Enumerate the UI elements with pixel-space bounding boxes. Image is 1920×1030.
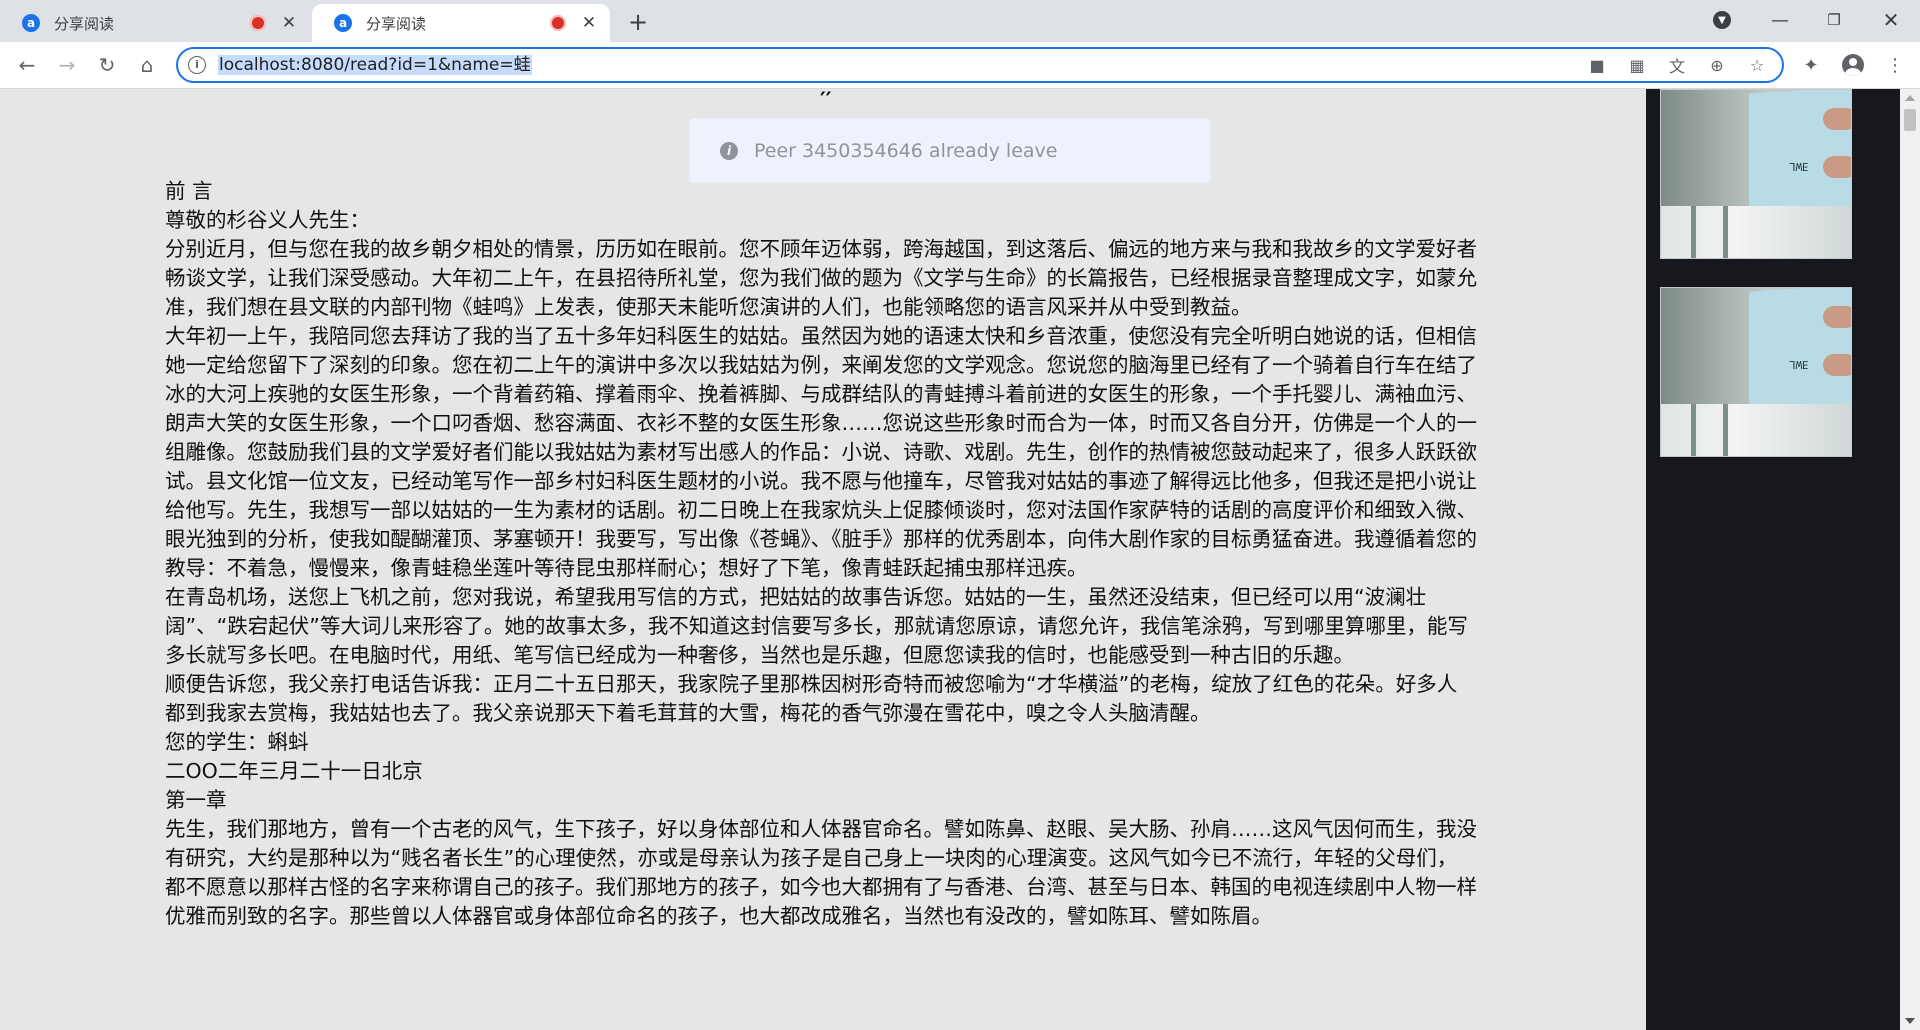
article-paragraph: 二OO二年三月二十一日北京: [165, 759, 423, 783]
remote-video-2[interactable]: ƎWL: [1660, 287, 1852, 457]
reader-content: ′′ 前 言 尊敬的杉谷义人先生： 分别近月，但与您在我的故乡朝夕相处的情景，历…: [0, 89, 1646, 1030]
scroll-thumb[interactable]: [1904, 109, 1916, 131]
scroll-down-arrow-icon[interactable]: [1905, 1018, 1915, 1024]
tab-share-reading-2[interactable]: a 分享阅读 ✕: [312, 4, 610, 42]
minimize-button[interactable]: —: [1760, 0, 1800, 40]
book-title-partial: ′′: [820, 89, 832, 114]
recording-indicator-icon: [550, 15, 566, 31]
address-bar[interactable]: i localhost:8080/read?id=1&name=蛙 ■ ▦ 文 …: [176, 47, 1784, 83]
article-paragraph: 第一章: [165, 788, 227, 812]
url-text[interactable]: localhost:8080/read?id=1&name=蛙: [218, 55, 532, 75]
page-scrollbar[interactable]: [1900, 89, 1920, 1030]
info-icon: i: [720, 141, 738, 160]
recording-indicator-icon: [250, 15, 266, 31]
article-paragraph: 在青岛机场，送您上飞机之前，您对我说，希望我用写信的方式，把姑姑的故事告诉您。姑…: [165, 585, 1468, 667]
back-button[interactable]: ←: [12, 50, 42, 80]
article-paragraph: 顺便告诉您，我父亲打电话告诉我：正月二十五日那天，我家院子里那株因树形奇特而被您…: [165, 672, 1458, 725]
tab-title: 分享阅读: [54, 14, 115, 33]
new-tab-button[interactable]: +: [624, 8, 652, 36]
forward-button[interactable]: →: [52, 50, 82, 80]
reload-button[interactable]: ↻: [92, 50, 122, 80]
site-info-icon[interactable]: i: [188, 56, 206, 74]
notification-toast: i Peer 3450354646 already leave: [689, 118, 1211, 183]
profile-button[interactable]: [1838, 50, 1868, 80]
article-paragraph: 大年初一上午，我陪同您去拜访了我的当了五十多年妇科医生的姑姑。虽然因为她的语速太…: [165, 324, 1477, 580]
article-paragraph: 先生，我们那地方，曾有一个古老的风气，生下孩子，好以身体部位和人体器官命名。譬如…: [165, 817, 1477, 928]
article-text: 前 言 尊敬的杉谷义人先生： 分别近月，但与您在我的故乡朝夕相处的情景，历历如在…: [165, 177, 1477, 931]
tab-share-reading-1[interactable]: a 分享阅读 ✕: [0, 4, 310, 42]
camera-icon[interactable]: ■: [1586, 54, 1608, 76]
tab-search-button[interactable]: ▼: [1708, 0, 1736, 40]
translate-icon[interactable]: 文: [1666, 54, 1688, 76]
tab-strip: a 分享阅读 ✕ a 分享阅读 ✕ + ▼ — ❐ ✕: [0, 0, 1920, 42]
video-sidebar: ƎWL ƎWL: [1646, 89, 1900, 1030]
restore-button[interactable]: ❐: [1814, 0, 1854, 40]
tab-close-icon[interactable]: ✕: [280, 13, 298, 33]
browser-toolbar: ← → ↻ ⌂ i localhost:8080/read?id=1&name=…: [0, 42, 1920, 89]
article-paragraph: 您的学生：蝌蚪: [165, 730, 309, 754]
window-close-button[interactable]: ✕: [1868, 0, 1914, 40]
bookmark-star-icon[interactable]: ☆: [1746, 54, 1768, 76]
tab-close-icon[interactable]: ✕: [580, 13, 598, 33]
avatar-icon: [1842, 54, 1864, 76]
remote-video-1[interactable]: ƎWL: [1660, 89, 1852, 259]
article-paragraph: 尊敬的杉谷义人先生：: [165, 208, 370, 232]
tab-title: 分享阅读: [366, 14, 427, 33]
qr-code-icon[interactable]: ▦: [1626, 54, 1648, 76]
extensions-puzzle-icon[interactable]: ✦: [1796, 50, 1826, 80]
site-favicon-icon: a: [22, 14, 40, 32]
site-favicon-icon: a: [334, 14, 352, 32]
chevron-down-icon: ▼: [1713, 11, 1731, 29]
home-button[interactable]: ⌂: [132, 50, 162, 80]
browser-menu-icon[interactable]: ⋮: [1880, 50, 1910, 80]
scroll-up-arrow-icon[interactable]: [1905, 95, 1915, 101]
toast-message: Peer 3450354646 already leave: [754, 139, 1058, 162]
omnibox-actions: ■ ▦ 文 ⊕ ☆: [1586, 54, 1768, 77]
zoom-icon[interactable]: ⊕: [1706, 54, 1728, 76]
article-paragraph: 分别近月，但与您在我的故乡朝夕相处的情景，历历如在眼前。您不顾年迈体弱，跨海越国…: [165, 237, 1477, 319]
